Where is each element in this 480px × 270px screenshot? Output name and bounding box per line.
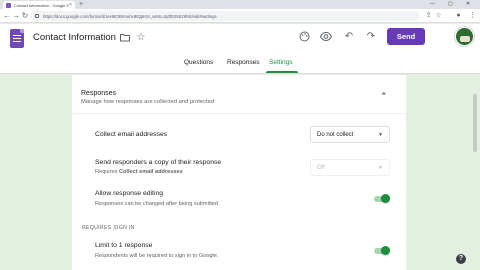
avatar[interactable]: [455, 27, 474, 46]
toggle-knob: [381, 246, 390, 255]
collect-email-label: Collect email addresses: [95, 131, 168, 138]
toggle-knob: [381, 194, 390, 203]
limit-one-label: Limit to 1 response: [95, 242, 153, 249]
divider: [72, 113, 406, 114]
new-tab-button[interactable]: +: [79, 0, 83, 9]
collect-email-select[interactable]: Do not collect ▼: [310, 126, 390, 143]
redo-icon[interactable]: ↷: [365, 31, 377, 43]
minimize-icon[interactable]: —: [430, 0, 435, 9]
chevron-up-icon[interactable]: ⌃: [380, 91, 388, 101]
url-text: https://docs.google.com/forms/d/1eH8OBKn…: [43, 13, 217, 19]
scrollbar-thumb[interactable]: [473, 94, 477, 152]
active-tab-indicator: [266, 71, 298, 73]
palette-icon[interactable]: [298, 31, 310, 46]
allow-editing-label: Allow response editing: [95, 190, 164, 197]
url-input[interactable]: https://docs.google.com/forms/d/1eH8OBKn…: [30, 11, 420, 21]
bookmark-star-icon[interactable]: ☆: [434, 11, 443, 21]
forms-logo-icon[interactable]: [10, 29, 24, 48]
forms-header: Contact Information ☆ ↶ ↷ Send: [0, 24, 480, 54]
form-tabs: Questions Responses Settings: [0, 54, 480, 74]
help-icon[interactable]: ?: [456, 254, 466, 264]
limit-one-toggle[interactable]: [374, 246, 390, 256]
preview-eye-icon[interactable]: [319, 31, 333, 46]
reload-icon[interactable]: ↻: [20, 11, 30, 21]
send-copy-value: Off: [317, 164, 325, 171]
share-icon[interactable]: ⇪: [424, 11, 433, 21]
form-title[interactable]: Contact Information: [33, 32, 116, 43]
section-title: Responses: [81, 90, 117, 97]
browser-tab-strip: Contact Information - Google Forms × + —…: [0, 0, 480, 9]
forms-favicon-icon: [6, 2, 11, 8]
send-copy-label: Send responders a copy of their response: [95, 159, 222, 166]
collect-email-value: Do not collect: [317, 131, 354, 138]
section-description: Manage how responses are collected and p…: [81, 99, 215, 105]
star-icon[interactable]: ☆: [135, 32, 147, 44]
folder-icon[interactable]: [119, 33, 131, 46]
send-copy-requirement: Requires Collect email addresses: [95, 169, 183, 175]
browser-tab[interactable]: Contact Information - Google Forms ×: [3, 1, 75, 9]
dropdown-arrow-icon: ▼: [378, 164, 383, 171]
requires-sign-in-label: REQUIRES SIGN IN: [82, 225, 135, 231]
allow-editing-toggle[interactable]: [374, 194, 390, 204]
dropdown-arrow-icon: ▼: [378, 131, 383, 138]
tab-close-icon[interactable]: ×: [69, 2, 72, 8]
tab-responses[interactable]: Responses: [227, 59, 260, 66]
profile-icon[interactable]: ●: [454, 11, 463, 21]
allow-editing-description: Responses can be changed after being sub…: [95, 201, 219, 207]
tab-questions[interactable]: Questions: [184, 59, 213, 66]
lock-icon: [35, 14, 39, 18]
limit-one-description: Respondents will be required to sign in …: [95, 253, 219, 259]
tab-settings[interactable]: Settings: [269, 59, 293, 66]
maximize-icon[interactable]: ▢: [448, 0, 453, 9]
send-copy-select[interactable]: Off ▼: [310, 159, 390, 176]
menu-icon[interactable]: ⋮: [468, 11, 477, 21]
browser-address-bar: ← → ↻ https://docs.google.com/forms/d/1e…: [0, 9, 480, 23]
browser-tab-title: Contact Information - Google Forms: [14, 2, 69, 8]
responses-settings-card: Responses Manage how responses are colle…: [72, 75, 406, 270]
send-button[interactable]: Send: [387, 28, 425, 45]
undo-icon[interactable]: ↶: [343, 31, 355, 43]
window-close-icon[interactable]: ✕: [466, 0, 470, 9]
